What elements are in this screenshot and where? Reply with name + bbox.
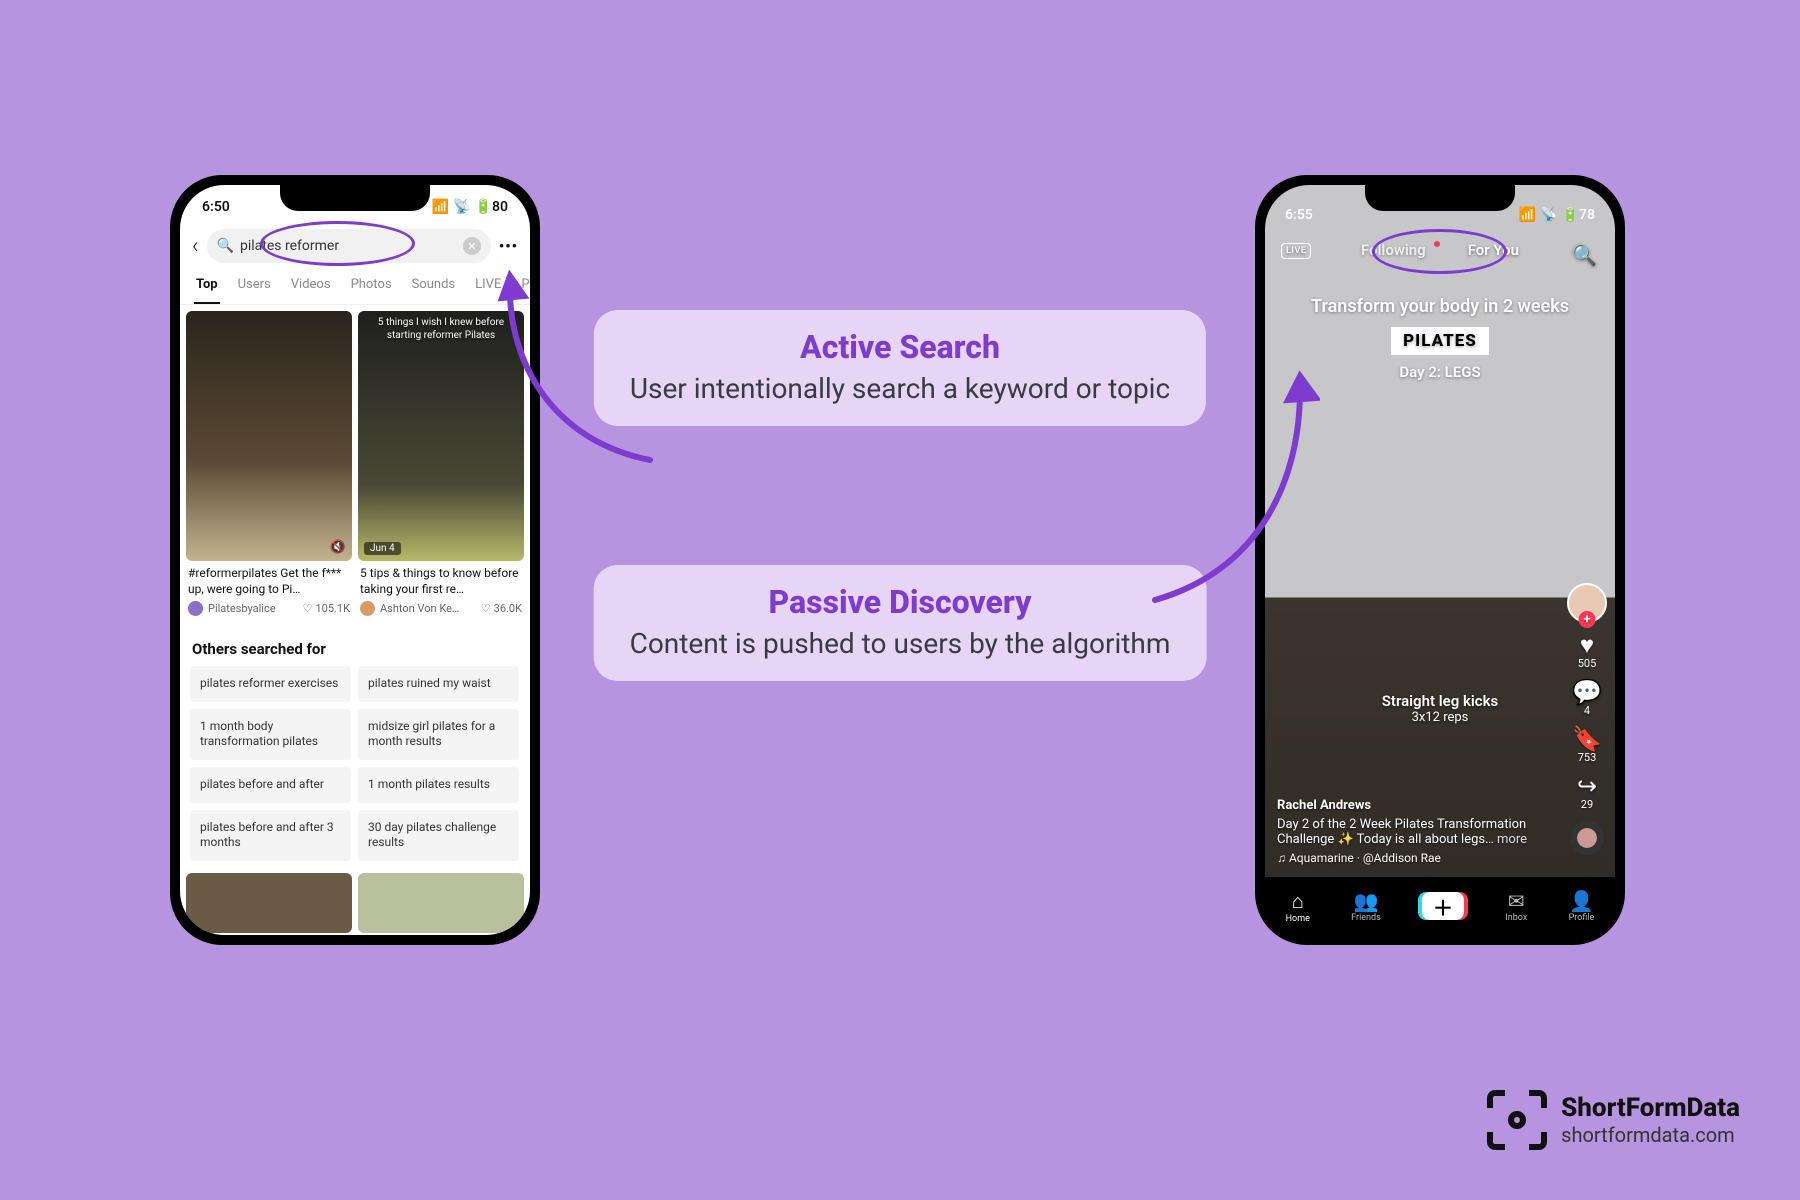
sound-disc-icon[interactable] <box>1570 821 1604 855</box>
tab-following[interactable]: Following <box>1361 241 1426 259</box>
phone-search: 6:50 📶 📡 🔋80 ‹ 🔍 pilates reformer ✕ ••• … <box>170 175 540 945</box>
brand-mark-icon <box>1487 1090 1547 1150</box>
tab-users[interactable]: Users <box>236 271 273 304</box>
friends-icon: 👥 <box>1351 889 1381 913</box>
overlay-pill: PILATES <box>1391 327 1489 355</box>
related-chip[interactable]: pilates before and after <box>190 767 351 803</box>
home-icon: ⌂ <box>1286 889 1310 914</box>
back-button[interactable]: ‹ <box>192 234 199 259</box>
heart-icon: ♡ <box>303 602 313 615</box>
callout-title: Active Search <box>630 328 1170 366</box>
tab-top[interactable]: Top <box>194 271 220 304</box>
profile-icon: 👤 <box>1569 889 1595 913</box>
search-icon: 🔍 <box>217 238 234 254</box>
overlay-headline: Transform your body in 2 weeks <box>1265 295 1615 319</box>
notification-dot-icon <box>1434 241 1440 247</box>
related-chip[interactable]: pilates reformer exercises <box>190 666 351 702</box>
clear-icon[interactable]: ✕ <box>463 237 481 255</box>
save-button[interactable]: 🔖753 <box>1572 727 1602 764</box>
callout-body: User intentionally search a keyword or t… <box>630 370 1170 408</box>
comment-button[interactable]: 💬4 <box>1572 680 1602 717</box>
thumb-date: Jun 4 <box>364 542 401 555</box>
nav-friends[interactable]: 👥Friends <box>1351 889 1381 923</box>
result-title: 5 tips & things to know before taking yo… <box>360 566 522 597</box>
caption-more[interactable]: more <box>1497 832 1527 847</box>
search-icon[interactable]: 🔍 <box>1572 243 1597 267</box>
related-chip[interactable]: 1 month body transformation pilates <box>190 709 351 760</box>
callout-passive-discovery: Passive Discovery Content is pushed to u… <box>594 565 1207 681</box>
comment-icon: 💬 <box>1572 678 1602 706</box>
battery-icon: 🔋78 <box>1562 207 1595 223</box>
nav-inbox[interactable]: ✉Inbox <box>1505 889 1527 923</box>
related-chip[interactable]: midsize girl pilates for a month results <box>358 709 519 760</box>
nav-home[interactable]: ⌂Home <box>1286 889 1310 924</box>
tab-videos[interactable]: Videos <box>289 271 333 304</box>
notch <box>280 185 430 211</box>
live-badge[interactable]: LIVE <box>1281 243 1311 259</box>
notch <box>1365 185 1515 211</box>
related-chip[interactable]: 1 month pilates results <box>358 767 519 803</box>
result-card[interactable]: 🔇 #reformerpilates Get the f*** up, were… <box>186 311 352 616</box>
arrow-to-foryou <box>1140 370 1320 610</box>
search-query-text: pilates reformer <box>240 238 339 254</box>
tab-foryou[interactable]: For You <box>1468 241 1519 259</box>
result-title: #reformerpilates Get the f*** up, were g… <box>188 566 350 597</box>
create-button[interactable]: ＋ <box>1422 892 1464 920</box>
result-thumb: 🔇 <box>186 311 352 561</box>
callout-body: Content is pushed to users by the algori… <box>630 625 1171 663</box>
more-icon[interactable]: ••• <box>499 237 518 255</box>
like-count: 105.1K <box>315 602 350 615</box>
caption-sound[interactable]: ♫ Aquamarine · @Addison Rae <box>1277 851 1545 865</box>
signal-icon: 📶 <box>432 199 449 215</box>
brand-logo: ShortFormData shortformdata.com <box>1487 1090 1740 1150</box>
heart-icon: ♡ <box>481 602 491 615</box>
status-time: 6:50 <box>202 199 230 215</box>
share-button[interactable]: ↪29 <box>1577 774 1597 811</box>
wifi-icon: 📡 <box>453 199 470 215</box>
search-input[interactable]: 🔍 pilates reformer ✕ <box>207 229 491 263</box>
like-count: 36.0K <box>494 602 522 615</box>
share-icon: ↪ <box>1577 772 1597 800</box>
battery-icon: 🔋80 <box>475 199 508 215</box>
like-button[interactable]: ♥505 <box>1578 633 1597 670</box>
tab-sounds[interactable]: Sounds <box>410 271 458 304</box>
brand-url: shortformdata.com <box>1561 1123 1740 1147</box>
exercise-label: Straight leg kicks 3x12 reps <box>1265 692 1615 725</box>
author-name: Ashton Von Ke… <box>380 602 459 615</box>
status-icons: 📶 📡 🔋78 <box>1519 207 1595 223</box>
creator-avatar[interactable]: + <box>1567 583 1607 623</box>
wifi-icon: 📡 <box>1540 207 1557 223</box>
caption-text: Day 2 of the 2 Week Pilates Transformati… <box>1277 817 1545 847</box>
others-searched-header: Others searched for <box>192 640 518 658</box>
search-tabs: Top Users Videos Photos Sounds LIVE Pl <box>180 271 530 305</box>
related-chip[interactable]: pilates before and after 3 months <box>190 810 351 861</box>
inbox-icon: ✉ <box>1505 889 1527 913</box>
cutoff-results <box>180 861 530 933</box>
action-rail: + ♥505 💬4 🔖753 ↪29 <box>1567 583 1607 855</box>
heart-icon: ♥ <box>1580 631 1594 659</box>
callout-title: Passive Discovery <box>630 583 1171 621</box>
author-name: Pilatesbyalice <box>208 602 276 615</box>
status-icons: 📶 📡 🔋80 <box>432 199 508 215</box>
arrow-to-search <box>490 270 670 470</box>
author-avatar <box>188 601 203 616</box>
brand-name: ShortFormData <box>1561 1093 1740 1123</box>
tab-photos[interactable]: Photos <box>349 271 394 304</box>
nav-profile[interactable]: 👤Profile <box>1569 889 1595 923</box>
related-chip[interactable]: 30 day pilates challenge results <box>358 810 519 861</box>
status-time: 6:55 <box>1285 207 1313 223</box>
signal-icon: 📶 <box>1519 207 1536 223</box>
caption: Rachel Andrews Day 2 of the 2 Week Pilat… <box>1277 798 1545 865</box>
mute-icon: 🔇 <box>330 540 346 555</box>
related-chip[interactable]: pilates ruined my waist <box>358 666 519 702</box>
bookmark-icon: 🔖 <box>1572 725 1602 753</box>
caption-user[interactable]: Rachel Andrews <box>1277 798 1545 813</box>
callout-active-search: Active Search User intentionally search … <box>594 310 1206 426</box>
author-avatar <box>360 601 375 616</box>
follow-plus-icon[interactable]: + <box>1579 611 1596 628</box>
video-overlay-text: Transform your body in 2 weeks PILATES D… <box>1265 295 1615 381</box>
bottom-nav: ⌂Home 👥Friends ＋ ✉Inbox 👤Profile <box>1265 877 1615 935</box>
